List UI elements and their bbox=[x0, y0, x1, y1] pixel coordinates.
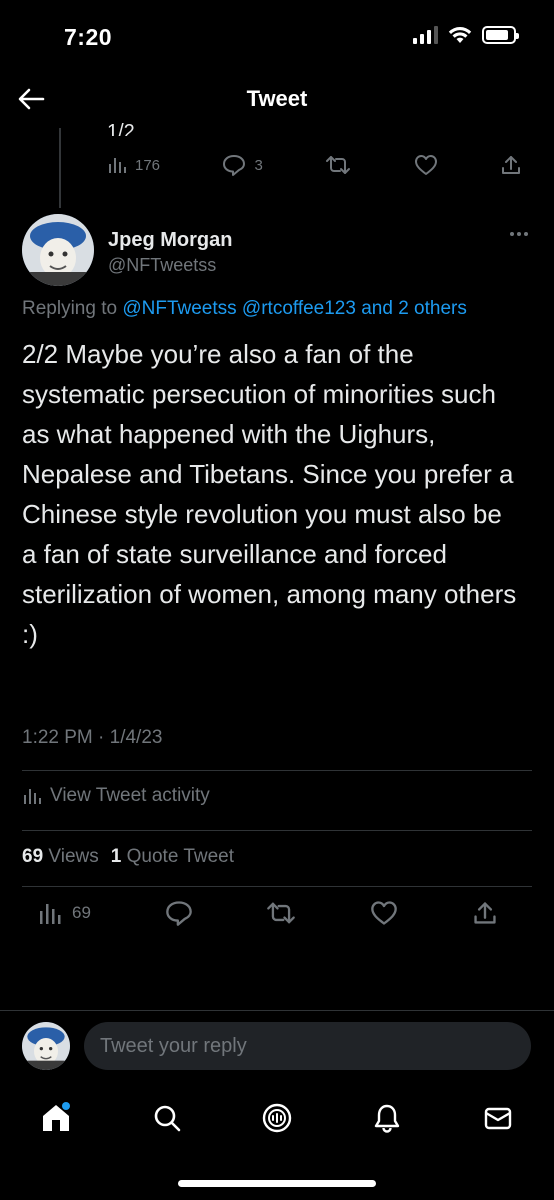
reply-bar bbox=[0, 1020, 554, 1072]
replying-links[interactable]: @NFTweetss @rtcoffee123 and 2 others bbox=[122, 298, 467, 319]
home-indicator[interactable] bbox=[178, 1180, 376, 1187]
reply-button[interactable]: 3 bbox=[222, 154, 263, 176]
profile-photo bbox=[22, 1022, 70, 1070]
profile-photo bbox=[22, 214, 94, 286]
previous-tweet-text-clip: 1/2 bbox=[107, 118, 147, 136]
previous-tweet-text: 1/2 bbox=[107, 121, 135, 136]
views-button[interactable]: 69 bbox=[38, 900, 91, 926]
like-button[interactable] bbox=[414, 154, 438, 176]
tweet-author: Jpeg Morgan @NFTweetss bbox=[22, 212, 532, 292]
views-count: 176 bbox=[135, 156, 161, 174]
retweet-icon bbox=[267, 902, 296, 924]
previous-tweet[interactable]: 1/2 176 3 bbox=[0, 118, 554, 208]
bottom-nav bbox=[0, 1092, 554, 1144]
more-options-icon[interactable] bbox=[510, 232, 528, 236]
tweet-text: 2/2 Maybe you’re also a fan of the syste… bbox=[22, 339, 517, 649]
notification-dot bbox=[62, 1102, 70, 1110]
tweet-stats: 69 Views 1 Quote Tweet bbox=[22, 846, 234, 868]
status-time: 7:20 bbox=[64, 24, 113, 50]
page-title: Tweet bbox=[246, 86, 308, 111]
nav-messages[interactable] bbox=[480, 1100, 516, 1136]
share-button[interactable] bbox=[472, 900, 498, 926]
quote-label: Quote Tweet bbox=[126, 846, 235, 867]
tweet-timestamp: 1:22 PM · 1/4/23 bbox=[22, 727, 163, 748]
mail-icon bbox=[484, 1107, 512, 1130]
reply-input[interactable] bbox=[84, 1022, 531, 1070]
retweet-icon bbox=[326, 156, 351, 174]
view-activity-label: View Tweet activity bbox=[50, 785, 210, 806]
divider bbox=[22, 830, 532, 831]
views-label: Views bbox=[48, 846, 99, 867]
wifi-icon bbox=[448, 27, 472, 43]
nav-search[interactable] bbox=[149, 1100, 185, 1136]
reply-button[interactable] bbox=[165, 900, 193, 926]
quote-count: 1 bbox=[110, 846, 122, 867]
views-stat[interactable]: 69 Views bbox=[22, 846, 99, 868]
cellular-signal-icon bbox=[413, 26, 438, 44]
status-bar: 7:20 bbox=[0, 0, 554, 72]
reply-count: 3 bbox=[254, 156, 263, 174]
retweet-button[interactable] bbox=[325, 155, 351, 175]
bell-icon bbox=[374, 1104, 400, 1133]
analytics-icon bbox=[40, 904, 61, 924]
heart-icon bbox=[414, 155, 437, 175]
divider bbox=[0, 1010, 554, 1011]
nav-home[interactable] bbox=[38, 1100, 74, 1136]
reply-icon bbox=[223, 155, 246, 176]
divider bbox=[22, 770, 532, 771]
view-tweet-activity[interactable]: View Tweet activity bbox=[22, 785, 210, 807]
replying-prefix: Replying to bbox=[22, 298, 123, 319]
search-icon bbox=[154, 1105, 181, 1132]
thread-line bbox=[59, 128, 61, 208]
divider bbox=[22, 886, 532, 887]
heart-icon bbox=[371, 901, 398, 925]
replying-to: Replying to @NFTweetss @rtcoffee123 and … bbox=[22, 298, 467, 320]
retweet-button[interactable] bbox=[266, 901, 296, 925]
nav-notifications[interactable] bbox=[369, 1100, 405, 1136]
reply-icon bbox=[165, 901, 192, 926]
quote-stat[interactable]: 1 Quote Tweet bbox=[111, 846, 234, 868]
analytics-icon bbox=[109, 158, 126, 173]
like-button[interactable] bbox=[370, 900, 398, 926]
views-button[interactable]: 176 bbox=[107, 155, 160, 175]
spaces-icon bbox=[262, 1103, 292, 1133]
avatar[interactable] bbox=[22, 214, 94, 286]
analytics-icon bbox=[24, 789, 41, 804]
battery-icon bbox=[482, 26, 519, 44]
share-icon bbox=[502, 156, 520, 174]
views-count: 69 bbox=[72, 903, 91, 922]
nav-spaces[interactable] bbox=[259, 1100, 295, 1136]
avatar[interactable] bbox=[22, 1022, 70, 1070]
tweet-actions: 69 bbox=[38, 900, 498, 926]
status-icons bbox=[413, 26, 519, 44]
author-name[interactable]: Jpeg Morgan bbox=[108, 229, 232, 252]
share-icon bbox=[474, 902, 496, 924]
views-count: 69 bbox=[22, 846, 44, 867]
share-button[interactable] bbox=[500, 154, 522, 176]
previous-tweet-actions: 176 3 bbox=[107, 154, 522, 176]
author-handle[interactable]: @NFTweetss bbox=[108, 255, 216, 276]
